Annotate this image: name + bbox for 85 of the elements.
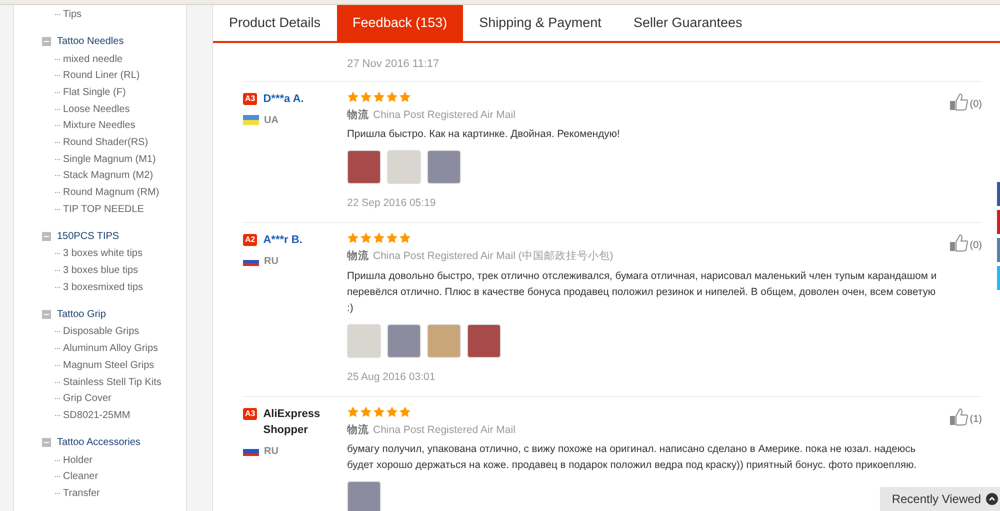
- like-count: (0): [970, 98, 982, 112]
- recently-viewed-label[interactable]: Recently Viewed: [892, 490, 981, 508]
- photo-placeholder[interactable]: [427, 324, 461, 358]
- subcategory-link[interactable]: Round Magnum (RM): [63, 185, 160, 200]
- star-icon: [386, 406, 398, 418]
- subcategory-link[interactable]: Holder: [63, 452, 92, 468]
- subcategory-link[interactable]: Disposable Grips: [63, 324, 140, 340]
- thumbs-up-icon[interactable]: [948, 408, 969, 426]
- subcategory-link[interactable]: 3 boxes blue tips: [63, 263, 138, 278]
- subcategory-link[interactable]: Single Magnum (M1): [63, 152, 156, 167]
- review-date: 25 Aug 2016 03:01: [347, 370, 436, 385]
- category-link[interactable]: 150PCS TIPS: [57, 228, 120, 244]
- shipping-label: 物流: [347, 249, 369, 264]
- subcategory-link[interactable]: Loose Needles: [63, 102, 130, 117]
- photo-placeholder[interactable]: [427, 150, 461, 184]
- subcategory-link[interactable]: Magnum Steel Grips: [63, 358, 154, 373]
- level-badge: A3: [243, 92, 258, 104]
- star-icon: [386, 232, 398, 244]
- shipping-method: China Post Registered Air Mail: [373, 422, 516, 438]
- subcategory-link[interactable]: mixed needle: [63, 52, 122, 67]
- star-icon: [347, 90, 359, 102]
- country-code: RU: [264, 444, 278, 458]
- photo-placeholder[interactable]: [347, 150, 381, 184]
- country-code: UA: [264, 114, 278, 128]
- category-link[interactable]: Tattoo Grip: [57, 306, 106, 322]
- subcategory-link[interactable]: Tips: [63, 6, 82, 22]
- subcategory-link[interactable]: Cleaner: [63, 469, 98, 484]
- chevron-up-icon[interactable]: [986, 493, 998, 505]
- star-icon: [373, 90, 385, 102]
- like-count: (0): [970, 239, 982, 253]
- photo-placeholder[interactable]: [467, 324, 501, 358]
- subcategory-link[interactable]: Grip Cover: [63, 391, 112, 406]
- review-text: Пришла быстро. Как на картинке. Двойная. Рекомендую!: [347, 128, 621, 142]
- subcategory-link[interactable]: Flat Single (F): [63, 84, 126, 100]
- star-icon: [386, 90, 398, 102]
- review-text: Пришла довольно быстро, трек отлично отслеживался, бумага отличная, нарисовал маленький член тупым карандашом и перевёлся отлично. Плюс в качестве бонуса продавец положил резинок и нипелей. В общем, доволен очен, всем советую :): [347, 270, 938, 316]
- category-link[interactable]: Tattoo Needles: [57, 34, 124, 49]
- like-count: (1): [970, 412, 982, 426]
- level-badge: A3: [243, 408, 258, 420]
- star-icon: [373, 406, 385, 418]
- star-icon: [399, 90, 411, 102]
- star-icon: [360, 406, 372, 418]
- tab[interactable]: Feedback (153): [336, 5, 464, 41]
- review-date: 27 Nov 2016 11:17: [243, 43, 982, 82]
- subcategory-link[interactable]: 3 boxes white tips: [63, 246, 142, 262]
- subcategory-link[interactable]: 3 boxesmixed tips: [63, 280, 144, 295]
- review-date: 22 Sep 2016 05:19: [347, 196, 437, 212]
- subcategory-link[interactable]: SD8021-25MM: [63, 408, 130, 423]
- shipping-label: 物流: [347, 422, 369, 438]
- flag-icon: [243, 446, 259, 456]
- shipping-method: China Post Registered Air Mail (中国邮政挂号小包): [373, 249, 614, 264]
- photo-placeholder[interactable]: [387, 324, 421, 358]
- photo-placeholder[interactable]: [347, 481, 381, 511]
- thumbs-up-icon[interactable]: [948, 92, 969, 110]
- reviewer-name[interactable]: D***a A.: [263, 90, 304, 106]
- star-icon: [347, 406, 359, 418]
- flag-icon: [243, 115, 259, 125]
- subcategory-link[interactable]: Mixture Needles: [63, 118, 136, 134]
- subcategory-link[interactable]: Transfer: [63, 486, 100, 501]
- shipping-method: China Post Registered Air Mail: [373, 108, 516, 122]
- shipping-label: 物流: [347, 108, 369, 122]
- thumbs-up-icon[interactable]: [948, 234, 969, 252]
- collapse-icon[interactable]: [42, 438, 51, 447]
- reviewer-name[interactable]: A***r B.: [263, 232, 302, 248]
- collapse-icon[interactable]: [42, 232, 51, 241]
- recently-viewed-bar[interactable]: Recently Viewed: [880, 487, 1000, 511]
- collapse-icon[interactable]: [42, 36, 51, 46]
- subcategory-link[interactable]: TIP TOP NEEDLE: [63, 202, 144, 217]
- subcategory-link[interactable]: Round Shader(RS): [63, 134, 148, 150]
- subcategory-link[interactable]: Stainless Stell Tip Kits: [63, 374, 162, 390]
- star-icon: [399, 232, 411, 244]
- collapse-icon[interactable]: [42, 310, 51, 319]
- star-icon: [347, 232, 359, 244]
- review-text: бумагу получил, упакована отлично, с вижу похоже на оригинал. написано сделано в Америке. пока не юзал. надеюсь будет хорошо держаться на коже. продавец в подарок положил ведра под краску)) приятный бонус. фото прикоепляю.: [347, 443, 918, 474]
- star-icon: [360, 232, 372, 244]
- subcategory-link[interactable]: Round Liner (RL): [63, 68, 140, 84]
- star-icon: [399, 406, 411, 418]
- reviewer-name[interactable]: AliExpress Shopper: [263, 406, 341, 438]
- subcategory-link[interactable]: Aluminum Alloy Grips: [63, 341, 158, 356]
- star-icon: [360, 90, 372, 102]
- category-link[interactable]: Tattoo Accessories: [57, 434, 140, 450]
- subcategory-link[interactable]: Stack Magnum (M2): [63, 168, 154, 184]
- level-badge: A2: [243, 234, 258, 246]
- country-code: RU: [264, 255, 278, 269]
- star-icon: [373, 232, 385, 244]
